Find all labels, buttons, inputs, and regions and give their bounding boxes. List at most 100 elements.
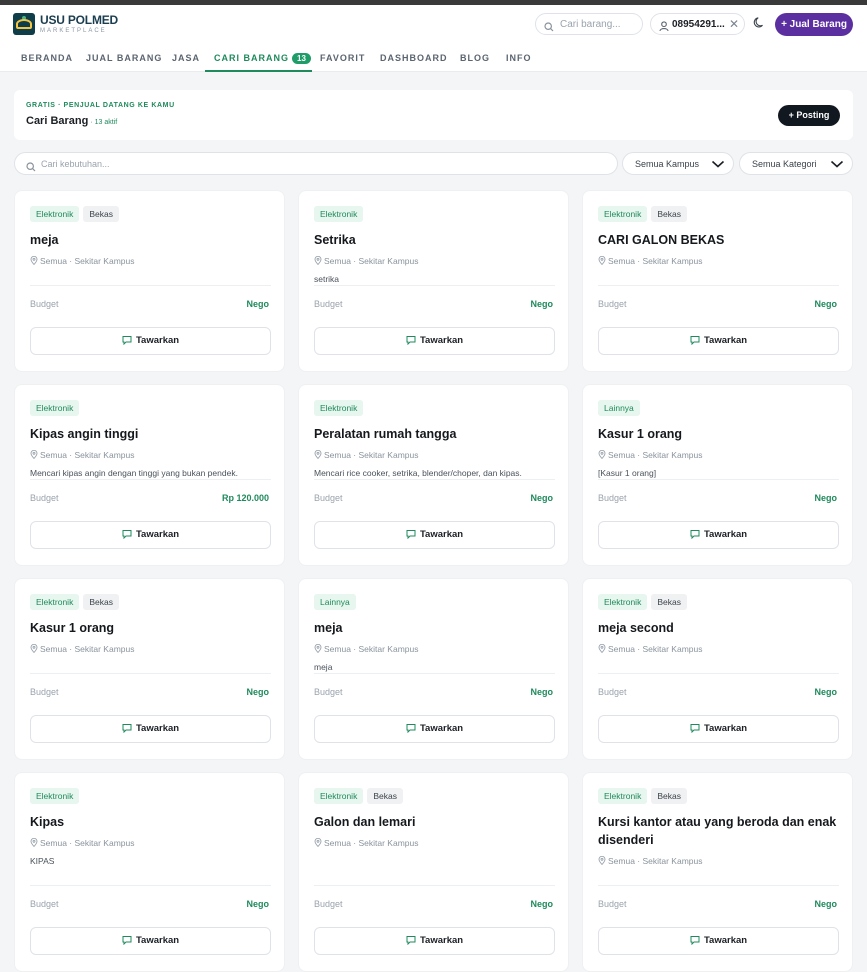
chat-icon — [406, 723, 420, 734]
budget-label: Budget — [314, 299, 343, 309]
tag-badge: Lainnya — [314, 594, 356, 610]
budget-label: Budget — [30, 299, 59, 309]
tag-badge: Bekas — [651, 788, 687, 804]
campus-select[interactable]: Semua Kampus — [622, 152, 734, 175]
offer-button[interactable]: Tawarkan — [598, 327, 839, 355]
card-divider — [30, 285, 271, 286]
offer-button[interactable]: Tawarkan — [30, 715, 271, 743]
card-title[interactable]: Kasur 1 orang — [30, 619, 270, 637]
nav-dashboard[interactable]: DASHBOARD — [380, 53, 448, 63]
card-title[interactable]: Kipas angin tinggi — [30, 425, 270, 443]
card-location-text: Semua · Sekitar Kampus — [324, 838, 419, 848]
user-account-pill[interactable]: 08954291... ✕ — [650, 13, 745, 35]
budget-value: Nego — [530, 899, 554, 909]
card-title[interactable]: meja — [314, 619, 554, 637]
request-card[interactable]: Elektronik Bekas Galon dan lemari Semua · S… — [298, 772, 569, 972]
sell-item-button[interactable]: + Jual Barang — [775, 13, 853, 36]
offer-button[interactable]: Tawarkan — [598, 927, 839, 955]
request-card[interactable]: Lainnya Kasur 1 orang Semua · Sekitar Kamp… — [582, 384, 853, 566]
nav-jasa[interactable]: JASA — [172, 53, 200, 63]
request-card[interactable]: Elektronik Bekas meja second Semua · Sekita… — [582, 578, 853, 760]
brand-logo[interactable] — [13, 13, 35, 35]
header-search-input[interactable]: Cari barang... — [535, 13, 643, 35]
offer-button[interactable]: Tawarkan — [314, 327, 555, 355]
card-title[interactable]: Kursi kantor atau yang beroda dan enak d… — [598, 813, 838, 849]
card-tags: Elektronik Bekas — [30, 206, 119, 222]
offer-button[interactable]: Tawarkan — [30, 521, 271, 549]
budget-label: Budget — [598, 299, 627, 309]
nav-jual-barang[interactable]: JUAL BARANG — [86, 53, 162, 63]
card-location: Semua · Sekitar Kampus — [598, 449, 703, 460]
card-description: setrika — [314, 274, 340, 284]
offer-button[interactable]: Tawarkan — [314, 927, 555, 955]
budget-value: Nego — [530, 299, 554, 309]
brand[interactable]: USU POLMED MARKETPLACE — [40, 14, 118, 35]
tag-badge: Elektronik — [598, 594, 648, 610]
offer-button[interactable]: Tawarkan — [598, 521, 839, 549]
offer-button-label: Tawarkan — [419, 935, 464, 946]
nav-favorit[interactable]: FAVORIT — [320, 53, 365, 63]
offer-button[interactable]: Tawarkan — [30, 327, 271, 355]
chat-icon — [122, 335, 136, 346]
top-header: USU POLMED MARKETPLACE Cari barang... 08… — [0, 5, 867, 43]
offer-button[interactable]: Tawarkan — [314, 521, 555, 549]
request-card[interactable]: Elektronik Bekas meja Semua · Sekitar Kampu… — [14, 190, 285, 372]
category-select[interactable]: Semua Kategori — [739, 152, 853, 175]
location-pin-icon — [314, 643, 324, 654]
page-banner: GRATIS · PENJUAL DATANG KE KAMU Cari Bar… — [14, 90, 853, 140]
card-title[interactable]: meja second — [598, 619, 838, 637]
card-location: Semua · Sekitar Kampus — [598, 643, 702, 654]
tag-badge: Bekas — [651, 206, 687, 222]
chat-icon — [406, 935, 420, 946]
need-search-input[interactable]: Cari kebutuhan... — [14, 152, 618, 175]
request-card[interactable]: Elektronik Peralatan rumah tangga Semua · … — [298, 384, 569, 566]
nav-beranda[interactable]: BERANDA — [21, 53, 73, 63]
card-title[interactable]: Peralatan rumah tangga — [314, 425, 554, 443]
card-title[interactable]: Kipas — [30, 813, 270, 831]
budget-label: Budget — [314, 899, 343, 909]
offer-button[interactable]: Tawarkan — [30, 927, 271, 955]
card-divider — [598, 885, 839, 886]
card-title[interactable]: CARI GALON BEKAS — [598, 231, 838, 249]
moon-icon[interactable] — [753, 16, 766, 34]
offer-button[interactable]: Tawarkan — [598, 715, 839, 743]
need-search-placeholder: Cari kebutuhan... — [41, 159, 110, 169]
nav-blog[interactable]: BLOG — [460, 53, 490, 63]
logout-close-icon[interactable]: ✕ — [729, 17, 739, 31]
request-card[interactable]: Lainnya meja Semua · Sekitar Kampus meja Bud… — [298, 578, 569, 760]
card-description: Mencari rice cooker, setrika, blender/ch… — [314, 468, 522, 478]
tag-badge: Elektronik — [314, 206, 364, 222]
offer-button[interactable]: Tawarkan — [314, 715, 555, 743]
request-card[interactable]: Elektronik Kipas Semua · Sekitar Kampus KIP… — [14, 772, 285, 972]
user-phone: 08954291... — [672, 19, 725, 30]
tag-badge: Elektronik — [598, 206, 648, 222]
nav-cari-barang-label: CARI BARANG — [214, 53, 289, 63]
card-location-text: Semua · Sekitar Kampus — [608, 450, 703, 460]
card-tags: Elektronik Bekas — [598, 594, 687, 610]
request-card[interactable]: Elektronik Kipas angin tinggi Semua · Seki… — [14, 384, 285, 566]
request-card[interactable]: Elektronik Bekas Kasur 1 orang Semua · Seki… — [14, 578, 285, 760]
card-tags: Elektronik — [30, 400, 80, 416]
request-card[interactable]: Elektronik Setrika Semua · Sekitar Kampus s… — [298, 190, 569, 372]
card-title[interactable]: meja — [30, 231, 270, 249]
nav-info[interactable]: INFO — [506, 53, 532, 63]
card-title[interactable]: Galon dan lemari — [314, 813, 554, 831]
offer-button-label: Tawarkan — [703, 529, 748, 540]
request-card[interactable]: Elektronik Bekas CARI GALON BEKAS Semua · S… — [582, 190, 853, 372]
chat-icon — [406, 335, 420, 346]
card-title[interactable]: Setrika — [314, 231, 554, 249]
tag-badge: Elektronik — [30, 788, 80, 804]
card-location-text: Semua · Sekitar Kampus — [40, 838, 135, 848]
budget-value: Nego — [530, 493, 554, 503]
card-title[interactable]: Kasur 1 orang — [598, 425, 838, 443]
nav-cari-barang[interactable]: CARI BARANG 13 — [214, 53, 311, 64]
tag-badge: Bekas — [83, 206, 119, 222]
post-request-button[interactable]: + Posting — [778, 105, 840, 126]
card-tags: Elektronik Bekas — [598, 788, 687, 804]
tag-badge: Bekas — [83, 594, 119, 610]
budget-value: Nego — [814, 493, 838, 503]
offer-button-label: Tawarkan — [703, 723, 748, 734]
request-card[interactable]: Elektronik Bekas Kursi kantor atau yang be… — [582, 772, 853, 972]
location-pin-icon — [30, 837, 40, 848]
category-select-value: Semua Kategori — [752, 159, 817, 169]
